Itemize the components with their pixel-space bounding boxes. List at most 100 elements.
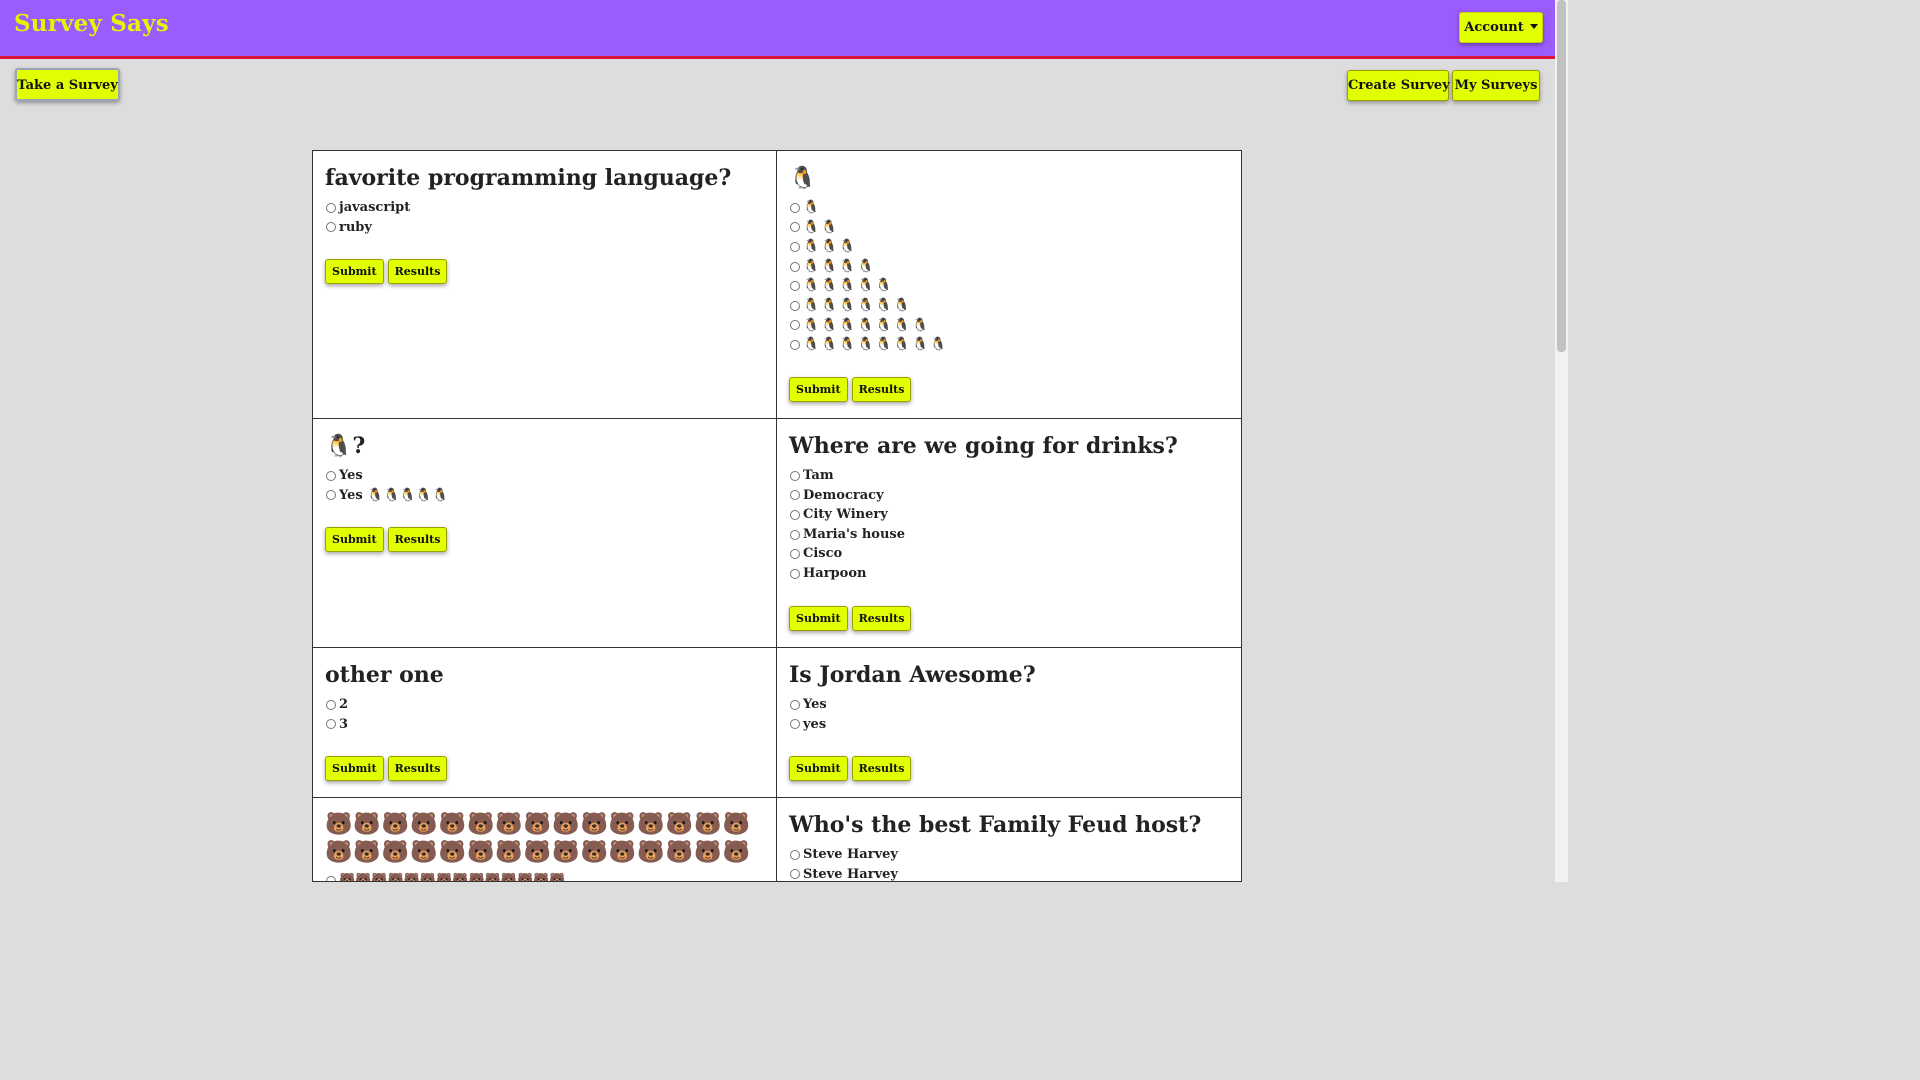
brand-logo[interactable]: Survey Says	[14, 10, 169, 37]
page-scrollbar[interactable]	[1555, 0, 1568, 882]
option-radio[interactable]	[326, 222, 336, 233]
submit-button[interactable]: Submit	[789, 605, 848, 631]
option-label: javascript	[339, 200, 411, 215]
survey-option[interactable]: 🐧🐧🐧🐧🐧🐧🐧🐧	[789, 335, 1229, 355]
survey-option[interactable]: yes	[789, 715, 1229, 735]
results-button[interactable]: Results	[387, 527, 448, 553]
survey-card: Is Jordan Awesome? Yes yes Submit Result…	[777, 648, 1242, 798]
option-radio[interactable]	[790, 300, 800, 311]
submit-button[interactable]: Submit	[325, 756, 384, 782]
results-button[interactable]: Results	[851, 376, 912, 402]
option-radio[interactable]	[790, 549, 800, 560]
option-label: 🐧🐧🐧🐧🐧	[803, 278, 894, 294]
option-radio[interactable]	[326, 470, 336, 481]
survey-option[interactable]: 3	[325, 715, 764, 735]
option-radio[interactable]	[790, 339, 800, 350]
option-radio[interactable]	[790, 470, 800, 481]
option-radio[interactable]	[790, 869, 800, 880]
account-label: Account	[1464, 20, 1524, 35]
survey-option[interactable]: ruby	[325, 218, 764, 238]
submit-button[interactable]: Submit	[789, 376, 848, 402]
option-label: 🐧🐧	[803, 219, 840, 235]
results-button[interactable]: Results	[851, 605, 912, 631]
option-radio[interactable]	[326, 875, 336, 881]
scrollbar-thumb[interactable]	[1557, 0, 1566, 352]
survey-title: Is Jordan Awesome?	[789, 662, 1036, 688]
survey-option[interactable]: 🐧🐧🐧	[789, 237, 1229, 257]
account-dropdown[interactable]: Account	[1459, 12, 1543, 43]
survey-option[interactable]: javascript	[325, 198, 764, 218]
option-radio[interactable]	[790, 202, 800, 213]
survey-title: other one	[325, 662, 444, 688]
survey-option[interactable]: Cisco	[789, 544, 1229, 564]
option-label: Cisco	[803, 546, 843, 562]
survey-option[interactable]: Maria's house	[789, 525, 1229, 545]
option-radio[interactable]	[790, 529, 800, 540]
option-radio[interactable]	[790, 281, 800, 292]
survey-option[interactable]: Yes	[789, 695, 1229, 715]
survey-option[interactable]: Steve Harvey	[789, 845, 1229, 865]
option-label: Tam	[803, 468, 834, 483]
option-label: 🐧	[803, 200, 822, 215]
option-radio[interactable]	[790, 719, 800, 730]
option-label: 🐻🐻🐻🐻🐻🐻🐻🐻🐻🐻🐻🐻🐻🐻	[339, 873, 566, 882]
survey-option[interactable]: 🐧🐧🐧🐧🐧	[789, 276, 1229, 296]
option-radio[interactable]	[326, 719, 336, 730]
option-label: Maria's house	[803, 526, 906, 542]
survey-option[interactable]: 🐧	[789, 198, 1229, 218]
submit-button[interactable]: Submit	[325, 527, 384, 553]
survey-option[interactable]: 🐧🐧🐧🐧	[789, 257, 1229, 277]
option-label: 3	[339, 716, 349, 732]
option-label: 2	[339, 697, 349, 712]
my-surveys-button[interactable]: My Surveys	[1452, 70, 1540, 101]
option-radio[interactable]	[326, 490, 336, 501]
survey-option[interactable]: Yes	[325, 466, 764, 486]
option-radio[interactable]	[790, 261, 800, 272]
survey-option[interactable]: Yes 🐧🐧🐧🐧🐧	[325, 486, 764, 506]
survey-grid: favorite programming language? javascrip…	[312, 150, 1242, 882]
option-radio[interactable]	[790, 490, 800, 501]
survey-option[interactable]: 2	[325, 695, 764, 715]
option-radio[interactable]	[790, 568, 800, 579]
option-label: Steve Harvey	[803, 866, 898, 882]
create-survey-button[interactable]: Create Survey	[1347, 70, 1450, 101]
option-radio[interactable]	[790, 509, 800, 520]
option-radio[interactable]	[790, 699, 800, 710]
submit-button[interactable]: Submit	[325, 259, 384, 285]
survey-option[interactable]: 🐧🐧🐧🐧🐧🐧🐧	[789, 316, 1229, 336]
option-label: Steve Harvey	[803, 847, 898, 862]
option-label: City Winery	[803, 507, 888, 523]
survey-option[interactable]: Steve Harvey	[789, 865, 1229, 882]
option-radio[interactable]	[326, 699, 336, 710]
survey-option[interactable]: Harpoon	[789, 564, 1229, 584]
submit-button[interactable]: Submit	[789, 756, 848, 782]
results-button[interactable]: Results	[851, 756, 912, 782]
survey-title: Who's the best Family Feud host?	[789, 812, 1202, 838]
survey-option[interactable]: City Winery	[789, 505, 1229, 525]
caret-down-icon	[1529, 24, 1538, 29]
survey-option[interactable]: 🐧🐧🐧🐧🐧🐧	[789, 296, 1229, 316]
take-survey-button[interactable]: Take a Survey	[15, 68, 120, 101]
option-label: yes	[803, 716, 827, 732]
survey-title: 🐻🐻🐻🐻🐻🐻🐻🐻🐻🐻🐻🐻🐻🐻🐻🐻🐻🐻🐻🐻🐻🐻🐻🐻🐻🐻🐻🐻🐻🐻	[325, 811, 751, 865]
option-radio[interactable]	[790, 320, 800, 331]
option-label: 🐧🐧🐧	[803, 239, 858, 255]
results-button[interactable]: Results	[387, 756, 448, 782]
option-radio[interactable]	[326, 202, 336, 213]
survey-option[interactable]: 🐧🐧	[789, 218, 1229, 238]
option-label: 🐧🐧🐧🐧🐧🐧🐧🐧	[803, 337, 949, 353]
option-radio[interactable]	[790, 849, 800, 860]
results-button[interactable]: Results	[387, 259, 448, 285]
navbar: Survey Says Account	[0, 0, 1555, 59]
survey-option[interactable]: 🐻🐻🐻🐻🐻🐻🐻🐻🐻🐻🐻🐻🐻🐻	[325, 871, 764, 882]
option-label: Yes	[339, 468, 363, 483]
option-label: ruby	[339, 219, 372, 235]
option-label: Harpoon	[803, 565, 867, 581]
option-radio[interactable]	[790, 222, 800, 233]
survey-card: 🐧 🐧 🐧🐧 🐧🐧🐧 🐧🐧🐧🐧 🐧🐧🐧🐧🐧 🐧🐧🐧🐧🐧🐧 🐧🐧🐧🐧🐧🐧🐧 🐧🐧🐧…	[777, 151, 1242, 419]
survey-option[interactable]: Democracy	[789, 486, 1229, 506]
survey-title: favorite programming language?	[325, 165, 732, 191]
option-radio[interactable]	[790, 241, 800, 252]
survey-card: other one 2 3 Submit Results	[313, 648, 777, 798]
survey-option[interactable]: Tam	[789, 466, 1229, 486]
